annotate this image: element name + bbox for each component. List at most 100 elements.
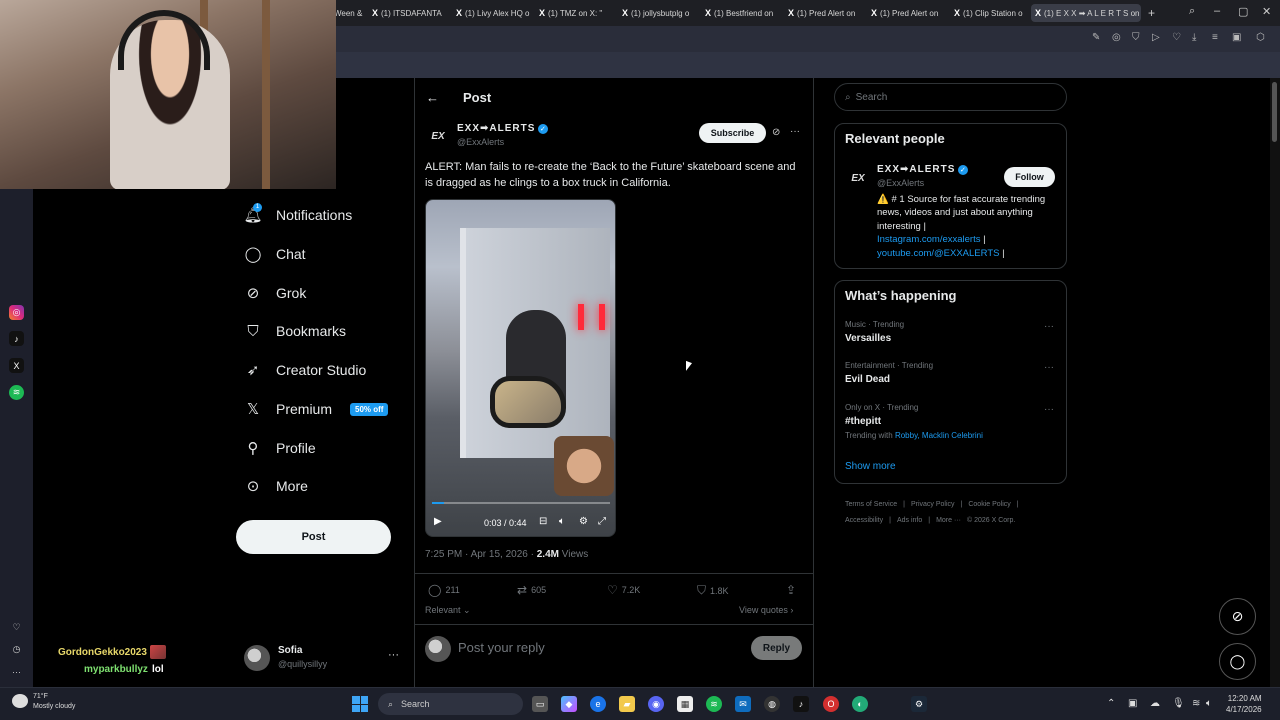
mail-icon[interactable]: ✉ <box>735 696 751 712</box>
task-view-icon[interactable]: ▭ <box>532 696 548 712</box>
trend-more-icon[interactable]: ··· <box>1044 321 1054 332</box>
reply-button[interactable]: Reply <box>751 636 802 660</box>
file-explorer-icon[interactable]: ▰ <box>619 696 635 712</box>
obs-icon[interactable]: ◍ <box>764 696 780 712</box>
show-more-link[interactable]: Show more <box>845 461 896 472</box>
trend-item[interactable]: #thepitt <box>845 416 881 427</box>
steam-icon[interactable]: ⚙︎ <box>911 696 927 712</box>
opera-gx-icon[interactable]: O <box>823 696 839 712</box>
system-clock[interactable]: 12:20 AM 4/17/2026 <box>1226 693 1262 715</box>
maximize-icon[interactable]: ▢ <box>1238 5 1248 18</box>
nav-grok[interactable]: ⊘ Grok <box>244 280 307 306</box>
reply-input[interactable]: Post your reply <box>458 640 545 655</box>
footer-link[interactable]: Privacy Policy <box>911 501 955 508</box>
menu-icon[interactable]: ≡ <box>1212 32 1218 43</box>
nav-profile[interactable]: ⚲ Profile <box>244 435 316 461</box>
captions-icon[interactable]: ⊟ <box>539 516 547 527</box>
browser-tab[interactable]: X (1) Pred Alert on <box>867 4 947 22</box>
bookmark-action[interactable]: ⛉ 1.8K <box>697 583 729 598</box>
spotify-icon[interactable]: ≋ <box>706 696 722 712</box>
footer-link[interactable]: Cookie Policy <box>968 501 1010 508</box>
scrollbar-thumb[interactable] <box>1272 82 1277 142</box>
author-handle[interactable]: @ExxAlerts <box>457 137 504 147</box>
back-arrow-icon[interactable]: ← <box>426 90 439 105</box>
cube-icon[interactable]: ⬡ <box>1256 32 1265 43</box>
volume-icon[interactable]: 🔈︎ <box>1206 698 1212 709</box>
volume-icon[interactable]: 🔈︎ <box>559 516 565 527</box>
trend-item[interactable]: Versailles <box>845 333 891 344</box>
trend-more-icon[interactable]: ··· <box>1044 362 1054 373</box>
fullscreen-icon[interactable]: ⤢ <box>598 516 606 527</box>
trending-with-names[interactable]: Robby, Macklin Celebrini <box>895 431 983 440</box>
browser-tab[interactable]: X (1) Clip Station o <box>950 4 1030 22</box>
search-input[interactable]: ⌕ Search <box>834 83 1067 111</box>
play-icon[interactable]: ▶ <box>434 516 442 527</box>
trend-more-icon[interactable]: ··· <box>1044 404 1054 415</box>
post-button[interactable]: Post <box>236 520 391 554</box>
bio-link-youtube[interactable]: youtube.com/@EXXALERTS <box>877 248 999 259</box>
search-tabs-icon[interactable]: ⌕ <box>1189 5 1195 18</box>
browser-tab-active[interactable]: X (1) E X X ➡ A L E R T S on <box>1031 4 1141 22</box>
tray-overflow-icon[interactable]: ⌃ <box>1107 698 1115 709</box>
nav-chat[interactable]: ◯ Chat <box>244 241 306 267</box>
camera-icon[interactable]: ◎ <box>1112 32 1121 43</box>
author-avatar[interactable]: EX <box>425 125 451 147</box>
microphone-icon[interactable]: 🎙︎ <box>1172 698 1185 709</box>
bio-link-instagram[interactable]: Instagram.com/exxalerts <box>877 234 980 245</box>
footer-link[interactable]: Ads info <box>897 517 922 524</box>
history-icon[interactable]: ◷ <box>9 642 24 657</box>
browser-tab[interactable]: X (1) ITSDAFANTA <box>368 4 452 22</box>
lock-icon[interactable]: ▣ <box>1232 32 1241 43</box>
browser-tab[interactable]: X (1) Pred Alert on <box>784 4 864 22</box>
chat-float-icon[interactable]: ◯ <box>1219 643 1256 680</box>
share-action[interactable]: ⇪ <box>786 583 796 597</box>
grok-float-icon[interactable]: ⊘ <box>1219 598 1256 635</box>
like-action[interactable]: ♡ 7.2K <box>607 583 640 597</box>
tray-app-icon[interactable]: ▣ <box>1128 698 1137 709</box>
x-icon[interactable]: X <box>9 358 24 373</box>
person-name[interactable]: EXX➡ALERTS ✓ <box>877 164 969 175</box>
windows-start-icon[interactable] <box>352 696 368 712</box>
tiktok-icon[interactable]: ♪ <box>793 696 809 712</box>
new-tab-icon[interactable]: + <box>1148 6 1155 20</box>
spotify-icon[interactable]: ≋ <box>9 385 24 400</box>
subscribe-button[interactable]: Subscribe <box>699 123 766 143</box>
browser-tab[interactable]: X (1) jollysbutplg o <box>618 4 698 22</box>
copilot-icon[interactable]: ◆ <box>561 696 577 712</box>
wifi-icon[interactable]: ≋ <box>1192 698 1200 709</box>
view-quotes-link[interactable]: View quotes › <box>739 605 793 615</box>
app-globe-icon[interactable]: ◐ <box>852 696 868 712</box>
follow-button[interactable]: Follow <box>1004 167 1055 187</box>
instagram-icon[interactable]: ◎ <box>9 305 24 320</box>
footer-link[interactable]: More ··· <box>936 517 961 524</box>
tiktok-icon[interactable]: ♪ <box>9 331 24 346</box>
account-switcher[interactable]: Sofia @quillysillyy ··· <box>244 643 404 673</box>
scrollbar[interactable] <box>1270 78 1280 687</box>
close-icon[interactable]: ✕ <box>1262 5 1271 18</box>
browser-tab[interactable]: X (1) Bestfriend on <box>701 4 781 22</box>
browser-tab[interactable]: X (1) TMZ on X: " <box>535 4 615 22</box>
person-avatar[interactable]: EX <box>845 168 871 188</box>
taskbar-search[interactable]: ⌕ Search <box>378 693 523 715</box>
nav-creator-studio[interactable]: ➶ Creator Studio <box>244 357 367 383</box>
footer-link[interactable]: Terms of Service <box>845 501 897 508</box>
nav-bookmarks[interactable]: ⛉ Bookmarks <box>244 318 346 344</box>
reply-sort-dropdown[interactable]: Relevant ⌄ <box>425 605 471 616</box>
tray-cloud-icon[interactable]: ☁︎ <box>1150 698 1160 709</box>
heart-icon[interactable]: ♡ <box>9 620 24 635</box>
edge-icon[interactable]: e <box>590 696 606 712</box>
post-more-icon[interactable]: ··· <box>790 126 800 137</box>
grok-explain-icon[interactable]: ⊘ <box>772 127 780 138</box>
video-progress-bar[interactable] <box>432 502 610 504</box>
person-handle[interactable]: @ExxAlerts <box>877 178 924 188</box>
nav-premium[interactable]: 𝕏 Premium 50% off <box>244 396 389 422</box>
account-menu-icon[interactable]: ··· <box>388 649 399 661</box>
download-icon[interactable]: ⤓ <box>1192 32 1196 43</box>
settings-gear-icon[interactable]: ⚙︎ <box>579 516 588 527</box>
trend-item[interactable]: Evil Dead <box>845 374 890 385</box>
browser-tab[interactable]: X (1) Livy Alex HQ o <box>452 4 532 22</box>
nav-more[interactable]: ⊙ More <box>244 473 308 499</box>
author-name[interactable]: EXX➡ALERTS ✓ <box>457 123 549 134</box>
footer-link[interactable]: Accessibility <box>845 517 883 524</box>
store-icon[interactable]: ▦ <box>677 696 693 712</box>
